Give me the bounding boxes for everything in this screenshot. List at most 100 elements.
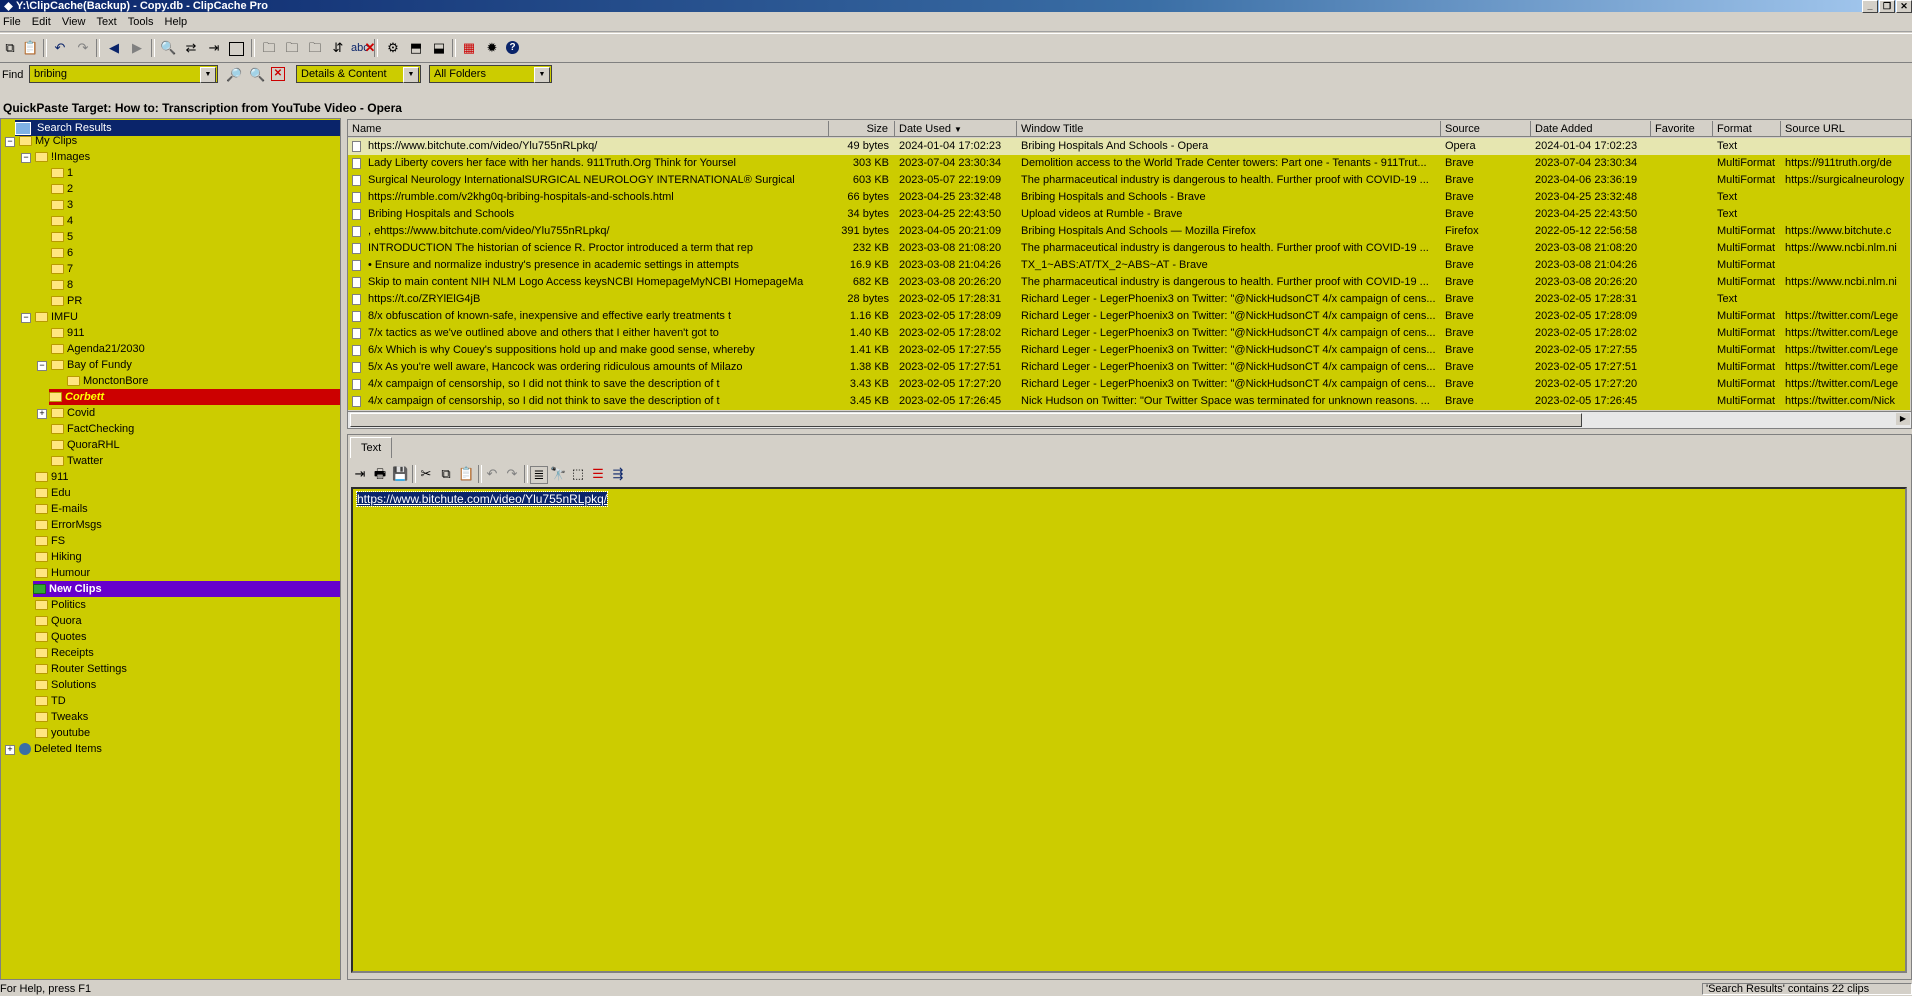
tree-item-images-pr[interactable]: PR bbox=[51, 293, 82, 309]
back-icon[interactable]: ◀ bbox=[106, 40, 122, 56]
col-window-title[interactable]: Window Title bbox=[1017, 121, 1441, 137]
tree-item-edu[interactable]: Edu bbox=[35, 485, 71, 501]
menu-edit[interactable]: Edit bbox=[29, 13, 56, 29]
collapse-icon[interactable]: − bbox=[21, 153, 31, 163]
tree-item-my-clips[interactable]: My Clips bbox=[19, 133, 77, 149]
clip-text-content[interactable]: https://www.bitchute.com/video/Ylu755nRL… bbox=[355, 491, 609, 507]
window-icon[interactable] bbox=[229, 42, 244, 56]
tree-item-bay-of-fundy[interactable]: Bay of Fundy bbox=[51, 357, 132, 373]
expand-icon[interactable]: + bbox=[37, 409, 47, 419]
copy-icon[interactable]: ⧉ bbox=[438, 466, 454, 482]
expand-icon[interactable]: + bbox=[5, 745, 15, 755]
table-row[interactable]: 4/x campaign of censorship, so I did not… bbox=[348, 393, 1910, 410]
col-source-url[interactable]: Source URL bbox=[1781, 121, 1911, 137]
table-row[interactable]: https://t.co/ZRYlElG4jB 28 bytes 2023-02-0… bbox=[348, 291, 1910, 308]
collapse-icon[interactable]: − bbox=[37, 361, 47, 371]
tree-item-images-3[interactable]: 3 bbox=[51, 197, 73, 213]
table-row[interactable]: Surgical Neurology InternationalSURGICAL… bbox=[348, 172, 1910, 189]
table-row[interactable]: Skip to main content NIH NLM Logo Access… bbox=[348, 274, 1910, 291]
col-format[interactable]: Format bbox=[1713, 121, 1781, 137]
tree-item-emails[interactable]: E-mails bbox=[35, 501, 88, 517]
table-row[interactable]: https://rumble.com/v2khg0q-bribing-hospi… bbox=[348, 189, 1910, 206]
tree-item-fs[interactable]: FS bbox=[35, 533, 65, 549]
table-row[interactable]: INTRODUCTION The historian of science R.… bbox=[348, 240, 1910, 257]
menu-text[interactable]: Text bbox=[94, 13, 122, 29]
tree-item-youtube[interactable]: youtube bbox=[35, 725, 90, 741]
search-icon[interactable]: 🔎 bbox=[226, 67, 242, 83]
tree-item-monctonbore[interactable]: MonctonBore bbox=[67, 373, 148, 389]
tree-item-router-settings[interactable]: Router Settings bbox=[35, 661, 127, 677]
tree-item-quora[interactable]: Quora bbox=[35, 613, 82, 629]
pin-icon[interactable]: ⇥ bbox=[352, 466, 368, 482]
table-row[interactable]: https://www.bitchute.com/video/Ylu755nRL… bbox=[348, 138, 1910, 155]
export-icon[interactable]: ⬒ bbox=[408, 40, 424, 56]
import-icon[interactable]: ⬓ bbox=[431, 40, 447, 56]
table-row[interactable]: 5/x As you're well aware, Hancock was or… bbox=[348, 359, 1910, 376]
collapse-icon[interactable]: − bbox=[21, 313, 31, 323]
paste-icon[interactable]: 📋 bbox=[22, 40, 38, 56]
options-icon[interactable]: ✹ bbox=[484, 40, 500, 56]
tree-item-images[interactable]: !Images bbox=[35, 149, 90, 165]
table-row[interactable]: Lady Liberty covers her face with her ha… bbox=[348, 155, 1910, 172]
collapse-icon[interactable]: − bbox=[5, 137, 15, 147]
tree-item-agenda[interactable]: Agenda21/2030 bbox=[51, 341, 145, 357]
table-row[interactable]: 4/x campaign of censorship, so I did not… bbox=[348, 376, 1910, 393]
clip-list[interactable]: Name Size Date Used ▼ Window Title Sourc… bbox=[347, 119, 1912, 429]
tree-item-hiking[interactable]: Hiking bbox=[35, 549, 82, 565]
indent-icon[interactable]: ⇶ bbox=[610, 466, 626, 482]
forward-icon[interactable]: ▶ bbox=[129, 40, 145, 56]
tree-item-td[interactable]: TD bbox=[35, 693, 66, 709]
tree-item-tweaks[interactable]: Tweaks bbox=[35, 709, 88, 725]
table-row[interactable]: 7/x tactics as we've outlined above and … bbox=[348, 325, 1910, 342]
horizontal-scrollbar[interactable]: ▶ bbox=[348, 411, 1911, 428]
minimize-button[interactable]: _ bbox=[1862, 0, 1878, 13]
col-date-added[interactable]: Date Added bbox=[1531, 121, 1651, 137]
delete-icon[interactable]: ✕ bbox=[362, 40, 378, 56]
menu-file[interactable]: File bbox=[0, 13, 26, 29]
help-icon[interactable]: ? bbox=[506, 41, 519, 54]
restore-button[interactable]: ❐ bbox=[1879, 0, 1895, 13]
undo-icon[interactable]: ↶ bbox=[484, 466, 500, 482]
tree-item-covid[interactable]: Covid bbox=[51, 405, 95, 421]
clip-text-editor[interactable]: https://www.bitchute.com/video/Ylu755nRL… bbox=[351, 487, 1907, 973]
folder-sort-icon[interactable]: ⇵ bbox=[330, 40, 346, 56]
copy-icon[interactable]: ⧉ bbox=[2, 40, 18, 56]
scroll-right-icon[interactable]: ▶ bbox=[1896, 413, 1910, 425]
search-next-icon[interactable]: 🔍 bbox=[249, 67, 265, 83]
tree-item-quorarhl[interactable]: QuoraRHL bbox=[51, 437, 120, 453]
folder-scope-combo[interactable]: All Folders ▼ bbox=[429, 65, 552, 83]
col-size[interactable]: Size bbox=[829, 121, 895, 137]
tree-item-images-4[interactable]: 4 bbox=[51, 213, 73, 229]
redo-icon[interactable]: ↷ bbox=[504, 466, 520, 482]
folder-move-icon[interactable]: 🗀 bbox=[307, 40, 323, 56]
table-row[interactable]: Bribing Hospitals and Schools 34 bytes 202… bbox=[348, 206, 1910, 223]
tree-item-911[interactable]: 911 bbox=[35, 469, 69, 485]
print-icon[interactable]: 🖶 bbox=[372, 466, 388, 482]
tree-item-new-clips[interactable]: New Clips bbox=[33, 581, 340, 597]
new-folder-icon[interactable]: 🗀 bbox=[261, 40, 277, 56]
tree-item-solutions[interactable]: Solutions bbox=[35, 677, 96, 693]
redo-icon[interactable]: ↷ bbox=[75, 40, 91, 56]
tree-item-receipts[interactable]: Receipts bbox=[35, 645, 94, 661]
pin-icon[interactable]: ⇥ bbox=[206, 40, 222, 56]
tree-item-imfu[interactable]: IMFU bbox=[35, 309, 78, 325]
menu-view[interactable]: View bbox=[59, 13, 91, 29]
find-icon[interactable]: 🔍 bbox=[160, 40, 176, 56]
tree-item-errormsgs[interactable]: ErrorMsgs bbox=[35, 517, 102, 533]
tree-item-images-2[interactable]: 2 bbox=[51, 181, 73, 197]
word-wrap-icon[interactable]: ≣ bbox=[530, 466, 548, 484]
tree-item-images-1[interactable]: 1 bbox=[51, 165, 73, 181]
search-mode-combo[interactable]: Details & Content ▼ bbox=[296, 65, 421, 83]
close-button[interactable]: ✕ bbox=[1896, 0, 1912, 13]
numbered-list-icon[interactable]: ☰ bbox=[590, 466, 606, 482]
col-favorite[interactable]: Favorite bbox=[1651, 121, 1713, 137]
tab-text[interactable]: Text bbox=[350, 437, 393, 458]
table-row[interactable]: 8/x obfuscation of known-safe, inexpensi… bbox=[348, 308, 1910, 325]
chevron-down-icon[interactable]: ▼ bbox=[403, 67, 419, 83]
save-icon[interactable]: 💾 bbox=[392, 466, 408, 482]
cut-icon[interactable]: ✂ bbox=[418, 466, 434, 482]
find-in-text-icon[interactable]: 🔭 bbox=[550, 466, 566, 482]
tree-item-imfu-911[interactable]: 911 bbox=[51, 325, 85, 341]
col-date-used[interactable]: Date Used ▼ bbox=[895, 121, 1017, 137]
folder-copy-icon[interactable]: 🗀 bbox=[284, 40, 300, 56]
